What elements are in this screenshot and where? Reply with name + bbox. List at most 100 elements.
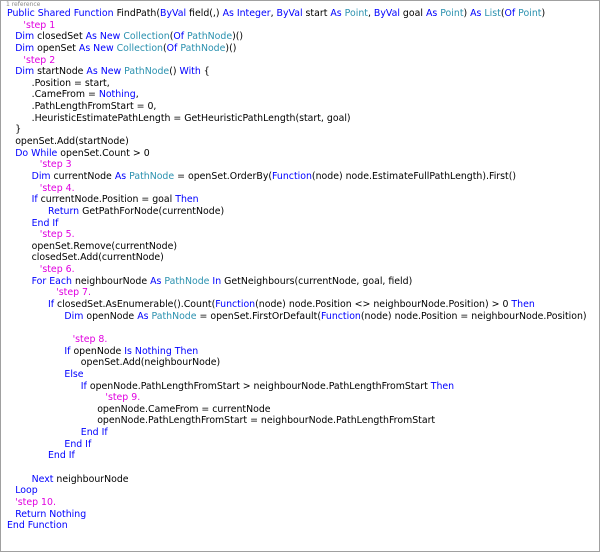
code-line[interactable] xyxy=(7,322,587,334)
keyword-token: Nothing xyxy=(49,508,87,520)
code-line[interactable]: Dim currentNode As PathNode = openSet.Or… xyxy=(7,171,587,183)
code-line[interactable]: .CameFrom = Nothing, xyxy=(7,89,587,101)
code-token: GetNeighbours(currentNode, goal, field) xyxy=(224,275,413,287)
code-line[interactable]: closedSet.Add(currentNode) xyxy=(7,252,587,264)
code-token: openNode.CameFrom = currentNode xyxy=(97,403,271,415)
comment-token: 'step 10. xyxy=(15,496,56,508)
code-line[interactable]: 'step 10. xyxy=(7,497,587,509)
code-line[interactable]: .PathLengthFromStart = 0, xyxy=(7,101,587,113)
code-line[interactable]: If openNode Is Nothing Then xyxy=(7,346,587,358)
code-line[interactable]: If closedSet.AsEnumerable().Count(Functi… xyxy=(7,299,587,311)
keyword-token: As xyxy=(137,310,152,322)
keyword-token: Dim xyxy=(15,42,38,54)
code-line[interactable]: } xyxy=(7,124,587,136)
keyword-token: As Integer xyxy=(222,8,271,19)
code-line[interactable]: openSet.Remove(currentNode) xyxy=(7,241,587,253)
code-line[interactable]: Return GetPathForNode(currentNode) xyxy=(7,206,587,218)
code-line[interactable]: openNode.PathLengthFromStart = neighbour… xyxy=(7,415,587,427)
code-line[interactable]: openNode.CameFrom = currentNode xyxy=(7,404,587,416)
code-token: openSet xyxy=(37,42,79,54)
code-token: closedSet.AsEnumerable().Count( xyxy=(57,299,216,311)
comment-token: 'step 1 xyxy=(23,19,56,31)
code-text-area[interactable]: Public Shared Function FindPath(ByVal fi… xyxy=(7,8,587,532)
keyword-token: Function xyxy=(215,299,256,311)
code-line[interactable]: Else xyxy=(7,369,587,381)
code-line[interactable]: End If xyxy=(7,450,587,462)
code-line[interactable]: 'step 7. xyxy=(7,287,587,299)
code-token: { xyxy=(203,66,210,78)
code-line[interactable]: End If xyxy=(7,218,587,230)
code-token: neighbourNode xyxy=(74,275,151,287)
keyword-token: Public Shared Function xyxy=(7,8,117,19)
code-line[interactable]: Dim openNode As PathNode = openSet.First… xyxy=(7,310,586,323)
code-editor[interactable]: 1 reference Public Shared Function FindP… xyxy=(0,0,600,552)
keyword-token: Function xyxy=(321,310,361,322)
code-token: goal xyxy=(402,8,426,19)
code-line[interactable]: .Position = start, xyxy=(7,78,587,90)
code-line[interactable]: End If xyxy=(7,427,587,439)
keyword-token: Then xyxy=(511,299,535,311)
code-token: openSet.Count > 0 xyxy=(60,147,150,159)
keyword-token: As xyxy=(425,8,441,19)
code-line[interactable]: .HeuristicEstimatePathLength = GetHeuris… xyxy=(7,113,587,125)
code-token: .PathLengthFromStart = 0, xyxy=(31,101,157,113)
keyword-token: Do While xyxy=(15,147,61,159)
code-line[interactable]: 'step 1 xyxy=(7,20,587,32)
code-line[interactable]: 'step 6. xyxy=(7,264,587,276)
code-token: FindPath( xyxy=(116,8,161,19)
code-token: () xyxy=(169,66,180,78)
code-token: openSet.Remove(currentNode) xyxy=(31,240,178,252)
code-line[interactable]: Next neighbourNode xyxy=(7,474,587,486)
code-line[interactable]: 'step 3 xyxy=(7,159,587,171)
code-line[interactable]: End If xyxy=(7,439,587,451)
code-line[interactable]: Do While openSet.Count > 0 xyxy=(7,148,587,160)
keyword-token: For Each xyxy=(31,275,75,287)
code-line[interactable] xyxy=(7,462,587,474)
code-line[interactable]: End Function xyxy=(7,520,587,532)
code-line[interactable]: 'step 2 xyxy=(7,55,587,67)
keyword-token: Dim xyxy=(64,310,87,322)
code-line[interactable]: If currentNode.Position = goal Then xyxy=(7,194,587,206)
code-line[interactable]: openSet.Add(startNode) xyxy=(7,136,587,148)
keyword-token: ByVal xyxy=(276,8,306,19)
keyword-token: End If xyxy=(80,427,108,439)
code-token: openNode xyxy=(86,310,138,322)
code-token: )() xyxy=(232,31,244,43)
code-token: } xyxy=(15,124,22,136)
keyword-token: If xyxy=(31,194,41,206)
code-line[interactable]: If openNode.PathLengthFromStart > neighb… xyxy=(7,381,587,393)
code-line[interactable]: 'step 9. xyxy=(7,392,587,404)
code-token: closedSet xyxy=(37,31,86,43)
type-token: PathNode xyxy=(187,31,233,43)
code-line[interactable]: 'step 5. xyxy=(7,229,587,241)
keyword-token: Dim xyxy=(15,66,38,78)
keyword-token: Then xyxy=(430,380,455,392)
code-line[interactable]: 'step 4. xyxy=(7,183,587,195)
code-line[interactable]: Loop xyxy=(7,485,587,497)
code-token: startNode xyxy=(37,66,87,78)
code-line[interactable]: Dim startNode As New PathNode() With { xyxy=(7,66,587,78)
keyword-token: Dim xyxy=(15,31,38,43)
code-token: .CameFrom = xyxy=(31,89,99,101)
code-token: .HeuristicEstimatePathLength = GetHeuris… xyxy=(31,112,351,124)
code-token: GetPathForNode(currentNode) xyxy=(82,205,225,217)
comment-token: 'step 4. xyxy=(39,182,75,194)
code-token: openNode xyxy=(73,345,125,357)
code-line[interactable]: For Each neighbourNode As PathNode In Ge… xyxy=(7,276,587,288)
code-line[interactable]: Dim closedSet As New Collection(Of PathN… xyxy=(7,31,587,43)
comment-token: 'step 9. xyxy=(105,392,141,404)
code-line[interactable]: Public Shared Function FindPath(ByVal fi… xyxy=(7,8,587,20)
type-token: List xyxy=(484,8,501,19)
code-token: , xyxy=(135,89,139,101)
code-line[interactable]: Return Nothing xyxy=(7,509,587,521)
keyword-token: In xyxy=(209,275,225,287)
type-token: Point xyxy=(344,8,368,19)
code-token: = openSet.FirstOrDefault( xyxy=(196,310,322,322)
code-line[interactable]: 'step 8. xyxy=(7,334,587,346)
code-line[interactable]: openSet.Add(neighbourNode) xyxy=(7,357,587,369)
keyword-token: As xyxy=(150,275,165,287)
keyword-token: Return xyxy=(15,508,50,520)
comment-token: 'step 3 xyxy=(39,159,72,171)
type-token: PathNode xyxy=(151,310,197,322)
code-line[interactable]: Dim openSet As New Collection(Of PathNod… xyxy=(7,43,587,55)
